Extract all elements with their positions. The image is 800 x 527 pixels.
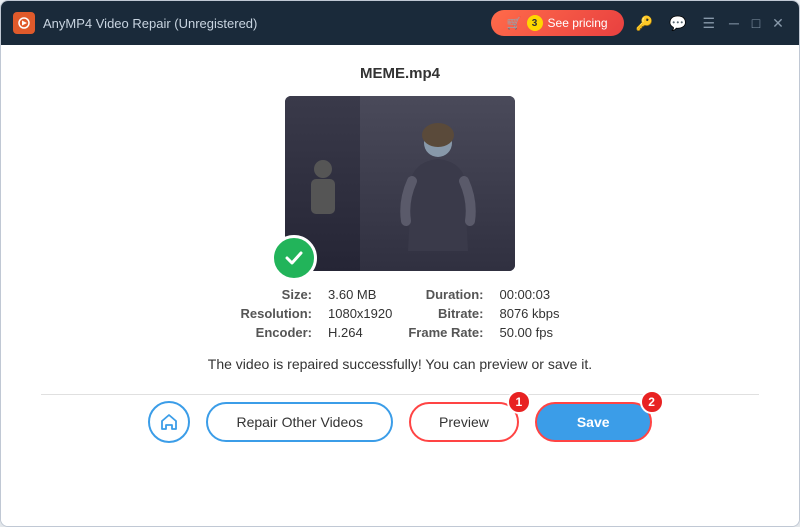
home-button[interactable] <box>148 401 190 443</box>
cart-icon: 🛒 <box>507 16 522 30</box>
framerate-value: 50.00 fps <box>499 325 559 340</box>
resolution-value: 1080x1920 <box>328 306 392 321</box>
save-btn-wrapper: Save 2 <box>535 402 652 442</box>
repair-other-label: Repair Other Videos <box>236 414 363 430</box>
chat-icon-button[interactable]: 💬 <box>665 13 690 34</box>
video-right-panel <box>360 96 515 271</box>
save-button[interactable]: Save <box>535 402 652 442</box>
save-label: Save <box>577 414 610 430</box>
size-value: 3.60 MB <box>328 287 392 302</box>
bitrate-value: 8076 kbps <box>499 306 559 321</box>
check-circle <box>271 235 317 281</box>
window-controls: ─ □ ✕ <box>725 14 787 32</box>
resolution-label: Resolution: <box>241 306 313 321</box>
bitrate-label: Bitrate: <box>408 306 483 321</box>
encoder-value: H.264 <box>328 325 392 340</box>
menu-icon-button[interactable]: ☰ <box>698 13 719 34</box>
action-bar: Repair Other Videos Preview 1 Save 2 <box>148 401 651 443</box>
status-message: The video is repaired successfully! You … <box>208 356 592 372</box>
preview-button[interactable]: Preview <box>409 402 519 442</box>
preview-btn-wrapper: Preview 1 <box>409 402 519 442</box>
video-preview-wrapper <box>285 96 515 271</box>
app-title: AnyMP4 Video Repair (Unregistered) <box>43 16 491 31</box>
app-window: AnyMP4 Video Repair (Unregistered) 🛒 3 S… <box>0 0 800 527</box>
maximize-button[interactable]: □ <box>747 14 765 32</box>
video-preview <box>285 96 515 271</box>
metadata-table: Size: 3.60 MB Duration: 00:00:03 Resolut… <box>241 287 560 340</box>
save-badge: 2 <box>640 390 664 414</box>
repair-other-videos-button[interactable]: Repair Other Videos <box>206 402 393 442</box>
duration-value: 00:00:03 <box>499 287 559 302</box>
titlebar-actions: 🛒 3 See pricing 🔑 💬 ☰ <box>491 10 719 36</box>
titlebar: AnyMP4 Video Repair (Unregistered) 🛒 3 S… <box>1 1 799 45</box>
encoder-label: Encoder: <box>241 325 313 340</box>
preview-label: Preview <box>439 414 489 430</box>
main-content: MEME.mp4 <box>1 45 799 526</box>
close-button[interactable]: ✕ <box>769 14 787 32</box>
key-icon-button[interactable]: 🔑 <box>632 13 657 34</box>
video-filename: MEME.mp4 <box>360 65 440 82</box>
app-logo <box>13 12 35 34</box>
duration-label: Duration: <box>408 287 483 302</box>
size-label: Size: <box>241 287 313 302</box>
minimize-button[interactable]: ─ <box>725 14 743 32</box>
see-pricing-button[interactable]: 🛒 3 See pricing <box>491 10 624 36</box>
pricing-badge: 3 <box>527 15 543 31</box>
framerate-label: Frame Rate: <box>408 325 483 340</box>
preview-badge: 1 <box>507 390 531 414</box>
pricing-label: See pricing <box>548 16 608 30</box>
